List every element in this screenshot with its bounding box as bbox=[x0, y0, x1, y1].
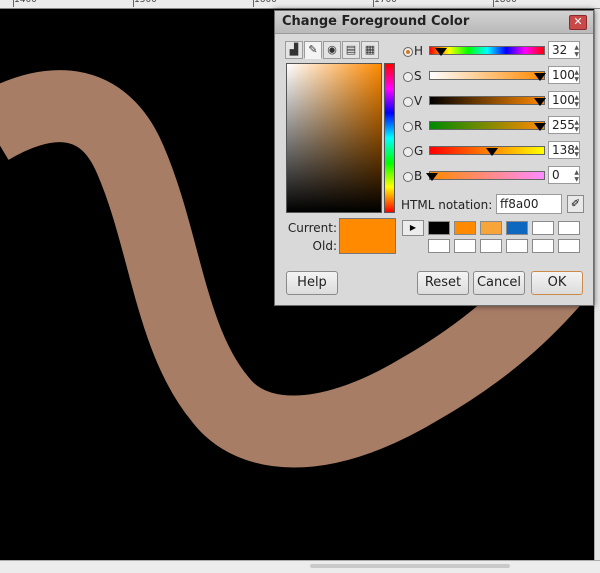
channel-label-h: H bbox=[414, 44, 424, 58]
history-swatch[interactable] bbox=[532, 239, 554, 253]
history-swatch[interactable] bbox=[558, 221, 580, 235]
hue-slider[interactable] bbox=[429, 46, 545, 56]
reset-button[interactable]: Reset bbox=[417, 271, 469, 295]
channel-row-v: V 100 ▲ ▼ bbox=[401, 91, 591, 111]
channel-label-s: S bbox=[414, 69, 422, 83]
spin-arrows-icon[interactable]: ▲ ▼ bbox=[574, 144, 579, 158]
radio-g[interactable] bbox=[403, 147, 413, 157]
help-button[interactable]: Help bbox=[286, 271, 338, 295]
history-swatch[interactable] bbox=[480, 239, 502, 253]
history-swatch[interactable] bbox=[506, 221, 528, 235]
color-wheel-icon[interactable]: ◉ bbox=[323, 41, 341, 59]
ruler-label: 1800 bbox=[494, 0, 517, 5]
slider-marker[interactable] bbox=[435, 48, 447, 56]
history-swatch[interactable] bbox=[532, 221, 554, 235]
red-slider[interactable] bbox=[429, 121, 546, 131]
slider-marker[interactable] bbox=[486, 148, 498, 156]
channel-label-g: G bbox=[414, 144, 424, 158]
scale-selector-icon[interactable]: ▟ bbox=[285, 41, 303, 59]
radio-v[interactable] bbox=[403, 97, 413, 107]
horizontal-scrollbar[interactable] bbox=[0, 560, 600, 573]
channel-label-b: B bbox=[414, 169, 423, 183]
radio-b[interactable] bbox=[403, 172, 413, 182]
spin-arrows-icon[interactable]: ▲ ▼ bbox=[574, 44, 579, 58]
radio-r[interactable] bbox=[403, 122, 413, 132]
history-swatch[interactable] bbox=[558, 239, 580, 253]
old-label: Old: bbox=[312, 239, 337, 253]
blue-slider[interactable] bbox=[426, 171, 545, 181]
slider-marker[interactable] bbox=[534, 98, 546, 106]
channel-label-v: V bbox=[414, 94, 423, 108]
dialog-titlebar[interactable]: Change Foreground Color ✕ bbox=[275, 11, 593, 34]
spin-arrows-icon[interactable]: ▲ ▼ bbox=[574, 94, 579, 108]
slider-marker[interactable] bbox=[534, 123, 546, 131]
spin-arrows-icon[interactable]: ▲ ▼ bbox=[574, 169, 579, 183]
cancel-button[interactable]: Cancel bbox=[473, 271, 525, 295]
html-notation-label: HTML notation: bbox=[401, 198, 493, 212]
history-swatch[interactable] bbox=[454, 221, 476, 235]
brush-icon[interactable]: ✎ bbox=[304, 41, 322, 59]
value-slider[interactable] bbox=[429, 96, 546, 106]
ruler-label: 1400 bbox=[14, 0, 37, 5]
spin-arrows-icon[interactable]: ▲ ▼ bbox=[574, 69, 579, 83]
channel-label-r: R bbox=[414, 119, 423, 133]
eyedropper-icon[interactable]: ✐ bbox=[567, 195, 584, 213]
history-swatch[interactable] bbox=[428, 221, 450, 235]
history-swatch[interactable] bbox=[480, 221, 502, 235]
ruler-label: 1600 bbox=[254, 0, 277, 5]
channel-row-r: R 255 ▲ ▼ bbox=[401, 116, 591, 136]
history-swatch[interactable] bbox=[454, 239, 476, 253]
horizontal-ruler: 1400 1500 1600 1700 1800 bbox=[0, 0, 600, 9]
history-swatch[interactable] bbox=[506, 239, 528, 253]
channel-row-b: B 0 ▲ ▼ bbox=[401, 166, 591, 186]
slider-marker[interactable] bbox=[426, 173, 438, 181]
radio-h[interactable] bbox=[403, 47, 413, 57]
printer-icon[interactable]: ▤ bbox=[342, 41, 360, 59]
channel-row-s: S 100 ▲ ▼ bbox=[401, 66, 591, 86]
radio-s[interactable] bbox=[403, 72, 413, 82]
scrollbar-thumb[interactable] bbox=[310, 564, 510, 568]
close-icon[interactable]: ✕ bbox=[569, 15, 587, 30]
change-foreground-color-dialog: Change Foreground Color ✕ ▟ ✎ ◉ ▤ ▦ Curr… bbox=[274, 10, 594, 306]
channel-row-h: H 32 ▲ ▼ bbox=[401, 41, 591, 61]
palette-icon[interactable]: ▦ bbox=[361, 41, 379, 59]
ruler-label: 1500 bbox=[134, 0, 157, 5]
html-notation-input[interactable]: ff8a00 bbox=[496, 194, 562, 214]
slider-marker[interactable] bbox=[534, 73, 546, 81]
spin-arrows-icon[interactable]: ▲ ▼ bbox=[574, 119, 579, 133]
ruler-label: 1700 bbox=[374, 0, 397, 5]
hue-strip[interactable] bbox=[384, 63, 395, 213]
current-color-swatch bbox=[339, 218, 396, 254]
history-swatch[interactable] bbox=[428, 239, 450, 253]
green-slider[interactable] bbox=[429, 146, 545, 156]
ok-button[interactable]: OK bbox=[531, 271, 583, 295]
saturation-value-area[interactable] bbox=[286, 63, 382, 213]
channel-row-g: G 138 ▲ ▼ bbox=[401, 141, 591, 161]
saturation-slider[interactable] bbox=[429, 71, 546, 81]
current-label: Current: bbox=[287, 221, 337, 235]
vertical-scrollbar[interactable] bbox=[594, 9, 600, 560]
add-to-history-button[interactable]: ▶ bbox=[402, 220, 424, 236]
dialog-title: Change Foreground Color bbox=[282, 14, 470, 29]
